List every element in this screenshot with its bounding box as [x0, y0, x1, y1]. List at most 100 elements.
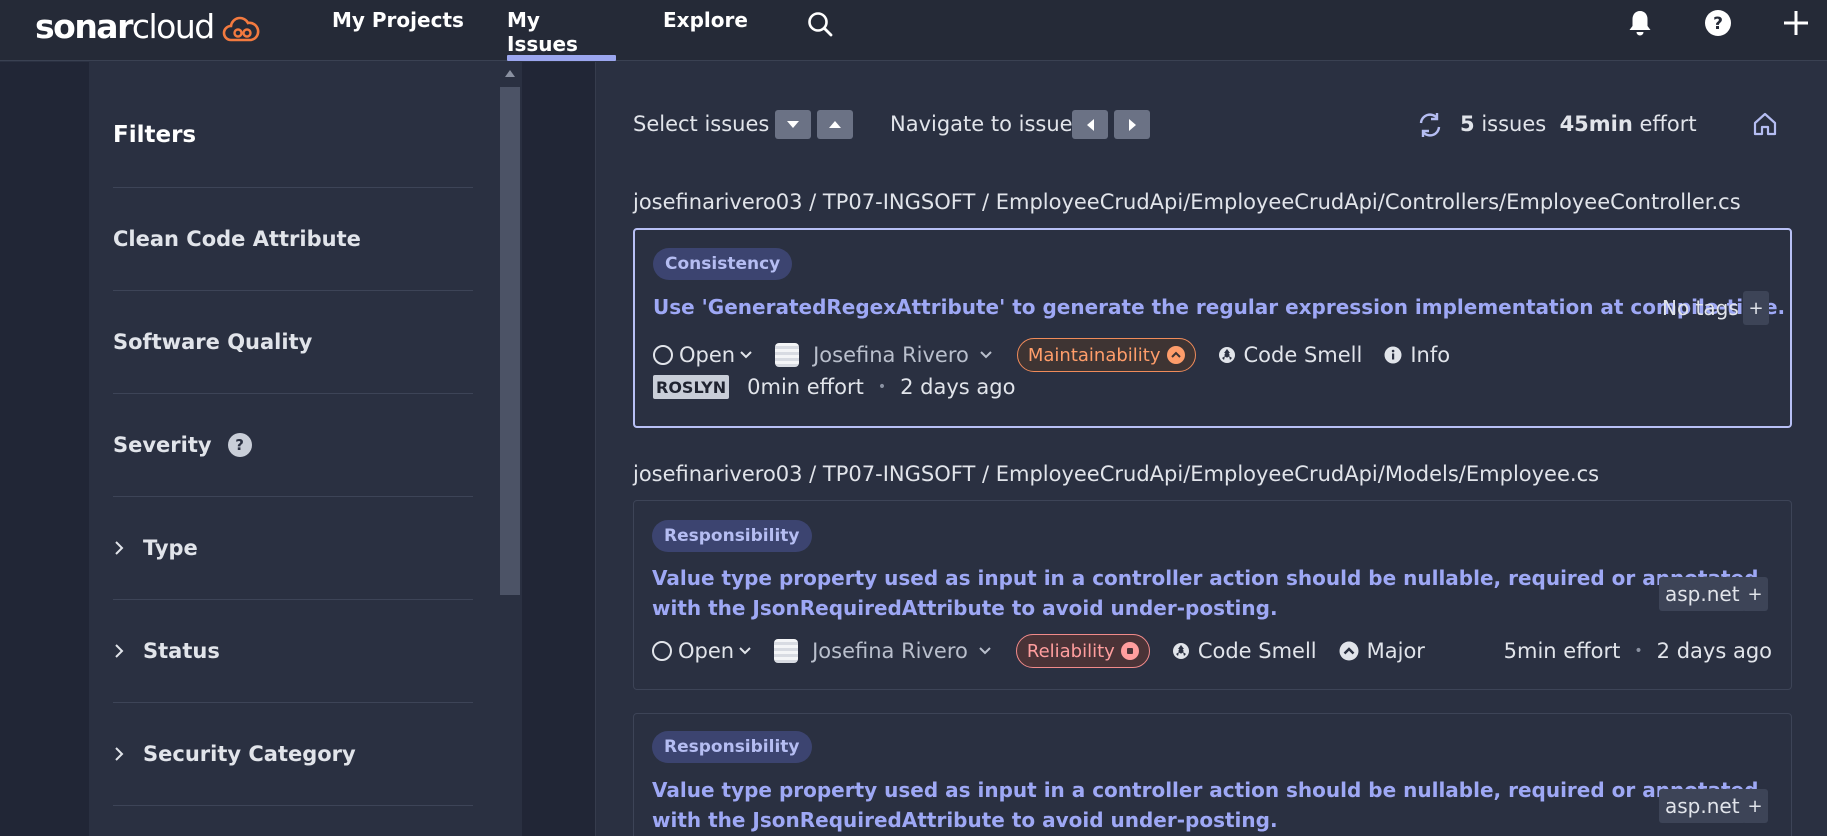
issue-age: 2 days ago [900, 375, 1016, 399]
top-navigation: sonarcloud My Projects My Issues Explore… [0, 0, 1827, 61]
plus-icon[interactable] [1782, 9, 1810, 37]
avatar [774, 639, 799, 663]
select-next-issue-button[interactable] [775, 110, 811, 139]
issue-type: Code Smell [1172, 639, 1317, 663]
sonarcloud-logo[interactable]: sonarcloud [35, 6, 260, 46]
issue-type: Code Smell [1218, 343, 1363, 367]
issues-main-panel: Select issues Navigate to issue 5 issues… [597, 62, 1827, 836]
issue-type-label: Code Smell [1243, 343, 1363, 367]
software-quality-label: Maintainability [1027, 344, 1161, 366]
divider-column [522, 62, 596, 836]
nav-my-issues[interactable]: My Issues [507, 8, 616, 61]
severity-help-icon[interactable]: ? [227, 433, 252, 457]
severity-label: Info [1410, 343, 1451, 367]
issue-message-line: with the JsonRequiredAttribute to avoid … [652, 596, 1278, 620]
facet-status[interactable]: Status [113, 599, 473, 702]
issue-message-line: with the JsonRequiredAttribute to avoid … [652, 808, 1278, 832]
status-dropdown[interactable]: Open [679, 343, 735, 367]
chevron-down-icon[interactable] [738, 646, 752, 656]
severity-high-icon [1166, 346, 1185, 364]
chevron-right-icon [113, 746, 133, 762]
facet-label: Security Category [143, 742, 356, 766]
issue-effort: 0min effort [747, 375, 864, 399]
add-tag-button[interactable]: + [1743, 291, 1769, 325]
chevron-right-icon [113, 643, 133, 659]
select-previous-issue-button[interactable] [817, 110, 853, 139]
total-effort: 45min [1559, 112, 1633, 136]
avatar [775, 343, 800, 367]
facet-clean-code-attribute[interactable]: Clean Code Attribute [113, 187, 473, 290]
home-icon[interactable] [1752, 111, 1778, 137]
issue-card[interactable]: Responsibility Value type property used … [633, 500, 1792, 690]
svg-text:?: ? [1713, 14, 1723, 34]
sidebar-scrollbar[interactable] [498, 62, 522, 836]
facet-label: Clean Code Attribute [113, 227, 361, 251]
issue-message-link[interactable]: Use 'GeneratedRegexAttribute' to generat… [653, 292, 1785, 322]
filters-sidebar: Filters Clean Code Attribute Software Qu… [89, 62, 522, 836]
issue-message-link[interactable]: Value type property used as input in a c… [652, 563, 1758, 623]
logo-text-light: cloud [131, 6, 215, 46]
issue-file-path[interactable]: josefinarivero03 / TP07-INGSOFT / Employ… [633, 462, 1599, 486]
status-dropdown[interactable]: Open [678, 639, 734, 663]
arrow-up-icon [829, 121, 841, 128]
code-smell-icon [1218, 346, 1236, 364]
tag-chip[interactable]: asp.net [1659, 789, 1746, 823]
software-quality-badge[interactable]: Maintainability [1016, 338, 1196, 372]
software-quality-badge[interactable]: Reliability [1015, 634, 1150, 668]
facet-label: Type [143, 536, 198, 560]
chevron-right-icon [113, 540, 133, 556]
refresh-icon[interactable] [1417, 112, 1443, 138]
help-icon[interactable]: ? [1704, 9, 1732, 37]
left-rail [0, 62, 89, 836]
code-smell-icon [1172, 642, 1190, 660]
issues-summary: 5 issues 45min effort [1460, 112, 1697, 136]
issue-count: 5 [1460, 112, 1475, 136]
facet-severity[interactable]: Severity ? [113, 393, 473, 496]
issue-card-selected[interactable]: Consistency Use 'GeneratedRegexAttribute… [633, 228, 1792, 428]
severity-label: Major [1366, 639, 1425, 663]
nav-my-projects[interactable]: My Projects [332, 8, 464, 61]
assignee-dropdown[interactable]: Josefina Rivero [812, 639, 968, 663]
arrow-right-icon [1128, 118, 1136, 131]
assignee-dropdown[interactable]: Josefina Rivero [813, 343, 969, 367]
arrow-left-icon [1086, 118, 1094, 131]
software-quality-label: Reliability [1026, 640, 1115, 662]
issue-severity: Info [1384, 343, 1450, 367]
status-open-icon [653, 345, 673, 365]
issue-file-path[interactable]: josefinarivero03 / TP07-INGSOFT / Employ… [633, 190, 1741, 214]
scrollbar-thumb[interactable] [500, 87, 520, 595]
issue-message-line: Value type property used as input in a c… [652, 566, 1759, 590]
rule-engine-badge: ROSLYN [653, 375, 730, 399]
issue-message-link[interactable]: Value type property used as input in a c… [652, 775, 1758, 835]
issue-meta-row: Open Josefina Rivero Maintainability Cod… [653, 338, 1450, 372]
facet-type[interactable]: Type [113, 496, 473, 599]
facet-label: Status [143, 639, 220, 663]
bell-icon[interactable] [1627, 9, 1653, 37]
issue-effort: 5min effort [1503, 639, 1621, 663]
cloud-logo-icon [222, 16, 260, 42]
major-icon [1339, 641, 1359, 661]
clean-code-attribute-badge: Responsibility [652, 520, 812, 552]
filters-title: Filters [113, 122, 197, 148]
chevron-down-icon[interactable] [979, 350, 993, 360]
clean-code-attribute-badge: Responsibility [652, 731, 812, 763]
issue-card[interactable]: Responsibility Value type property used … [633, 713, 1792, 836]
tag-chip[interactable]: asp.net [1659, 577, 1746, 611]
search-icon[interactable] [806, 10, 834, 38]
facet-label: Severity [113, 433, 212, 457]
tags-label[interactable]: No tags [1662, 296, 1739, 320]
scroll-up-arrow-icon[interactable] [505, 70, 515, 77]
issues-word: issues [1481, 112, 1547, 136]
issue-severity: Major [1339, 639, 1425, 663]
chevron-down-icon[interactable] [739, 350, 753, 360]
navigate-previous-button[interactable] [1072, 110, 1108, 139]
chevron-down-icon[interactable] [978, 646, 992, 656]
facet-software-quality[interactable]: Software Quality [113, 290, 473, 393]
add-tag-button[interactable]: + [1742, 789, 1768, 823]
issue-type-label: Code Smell [1197, 639, 1317, 663]
navigate-next-button[interactable] [1114, 110, 1150, 139]
nav-explore[interactable]: Explore [663, 8, 748, 61]
add-tag-button[interactable]: + [1742, 577, 1768, 611]
status-open-icon [652, 641, 672, 661]
facet-security-category[interactable]: Security Category [113, 702, 473, 805]
